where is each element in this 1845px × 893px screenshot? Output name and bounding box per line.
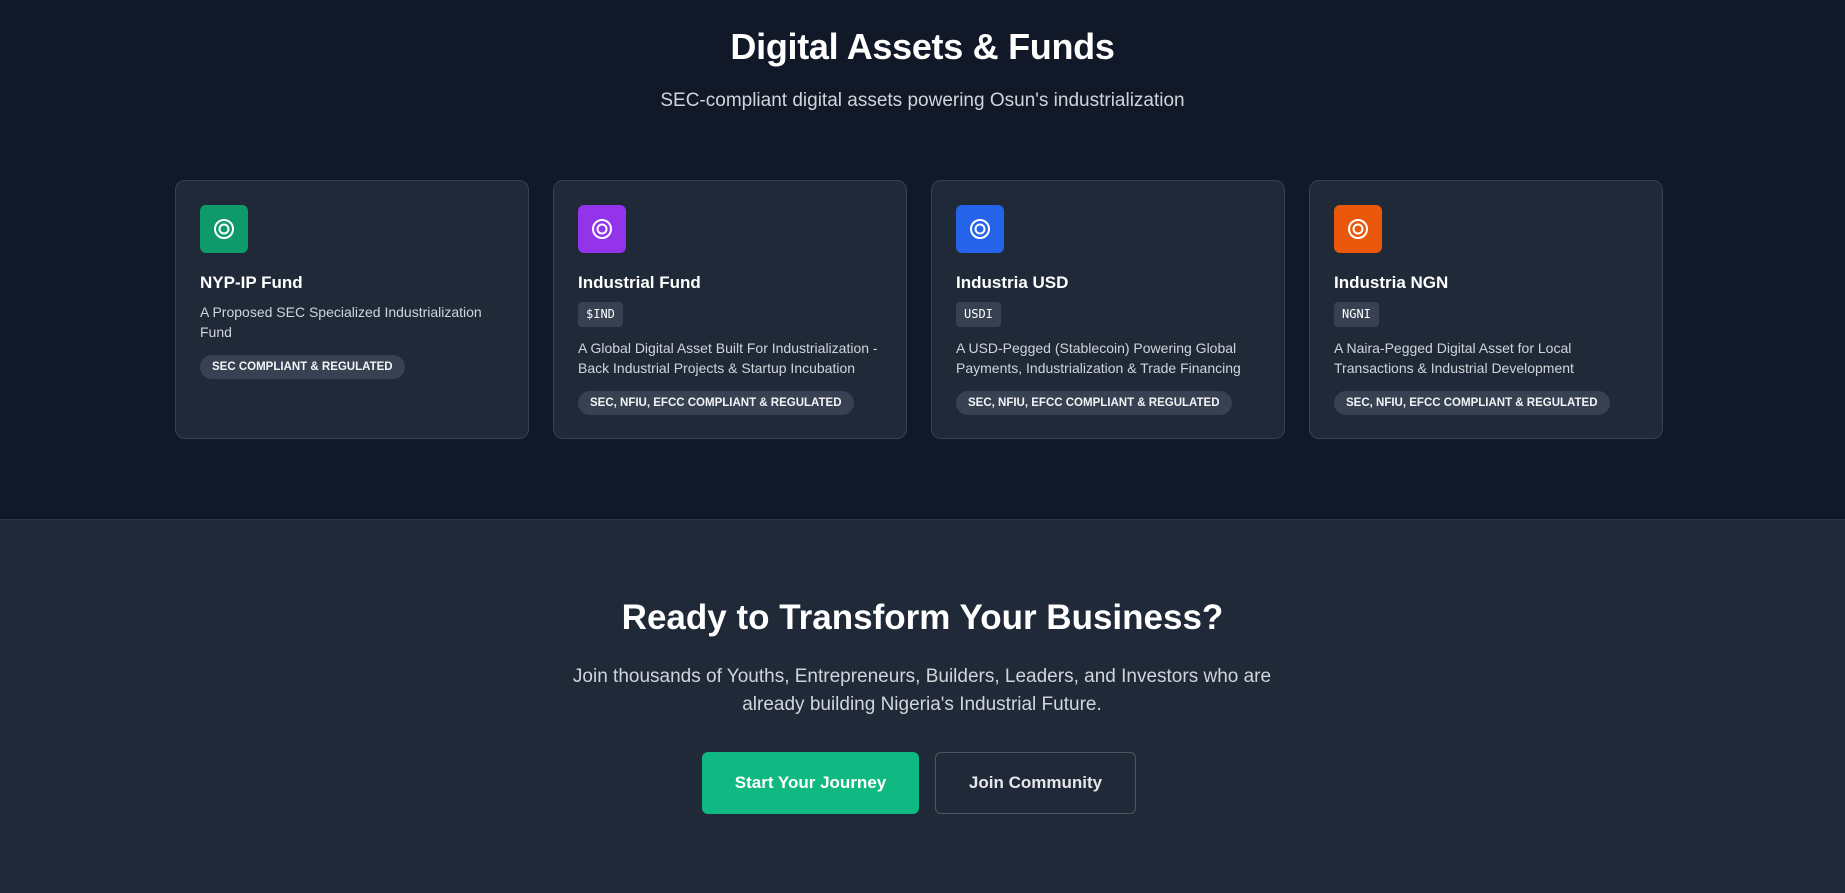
compliance-badge: SEC, NFIU, EFCC COMPLIANT & REGULATED (1334, 391, 1610, 415)
join-community-button[interactable]: Join Community (935, 752, 1136, 814)
asset-card-industria-usd[interactable]: Industria USD USDI A USD-Pegged (Stablec… (931, 180, 1285, 439)
asset-card-title: NYP-IP Fund (200, 273, 303, 292)
target-icon (200, 205, 248, 253)
assets-section-title: Digital Assets & Funds (730, 26, 1115, 67)
asset-card-title: Industria USD (956, 273, 1069, 292)
asset-card-industria-ngn[interactable]: Industria NGN NGNI A Naira-Pegged Digita… (1309, 180, 1663, 439)
asset-ticker: NGNI (1334, 302, 1379, 327)
asset-ticker: $IND (578, 302, 623, 327)
asset-card-description: A Global Digital Asset Built For Industr… (578, 340, 878, 376)
asset-card-description: A Naira-Pegged Digital Asset for Local T… (1334, 340, 1574, 376)
compliance-badge: SEC, NFIU, EFCC COMPLIANT & REGULATED (956, 391, 1232, 415)
asset-card-industrial-fund[interactable]: Industrial Fund $IND A Global Digital As… (553, 180, 907, 439)
compliance-badge: SEC COMPLIANT & REGULATED (200, 355, 405, 379)
asset-card-title: Industria NGN (1334, 273, 1449, 292)
asset-ticker: USDI (956, 302, 1001, 327)
asset-card-description: A USD-Pegged (Stablecoin) Powering Globa… (956, 340, 1241, 376)
asset-card-title: Industrial Fund (578, 273, 701, 292)
compliance-badge: SEC, NFIU, EFCC COMPLIANT & REGULATED (578, 391, 854, 415)
target-icon (578, 205, 626, 253)
start-journey-button[interactable]: Start Your Journey (702, 752, 919, 814)
asset-card-nyp-ip-fund[interactable]: NYP-IP Fund A Proposed SEC Specialized I… (175, 180, 529, 439)
cta-section: Ready to Transform Your Business? Join t… (0, 520, 1845, 893)
cta-description: Join thousands of Youths, Entrepreneurs,… (572, 666, 1272, 715)
cta-title: Ready to Transform Your Business? (621, 598, 1224, 637)
target-icon (1334, 205, 1382, 253)
digital-assets-section: Digital Assets & Funds SEC-compliant dig… (0, 0, 1845, 519)
target-icon (956, 205, 1004, 253)
asset-card-description: A Proposed SEC Specialized Industrializa… (200, 304, 482, 340)
assets-section-subtitle: SEC-compliant digital assets powering Os… (660, 90, 1185, 111)
